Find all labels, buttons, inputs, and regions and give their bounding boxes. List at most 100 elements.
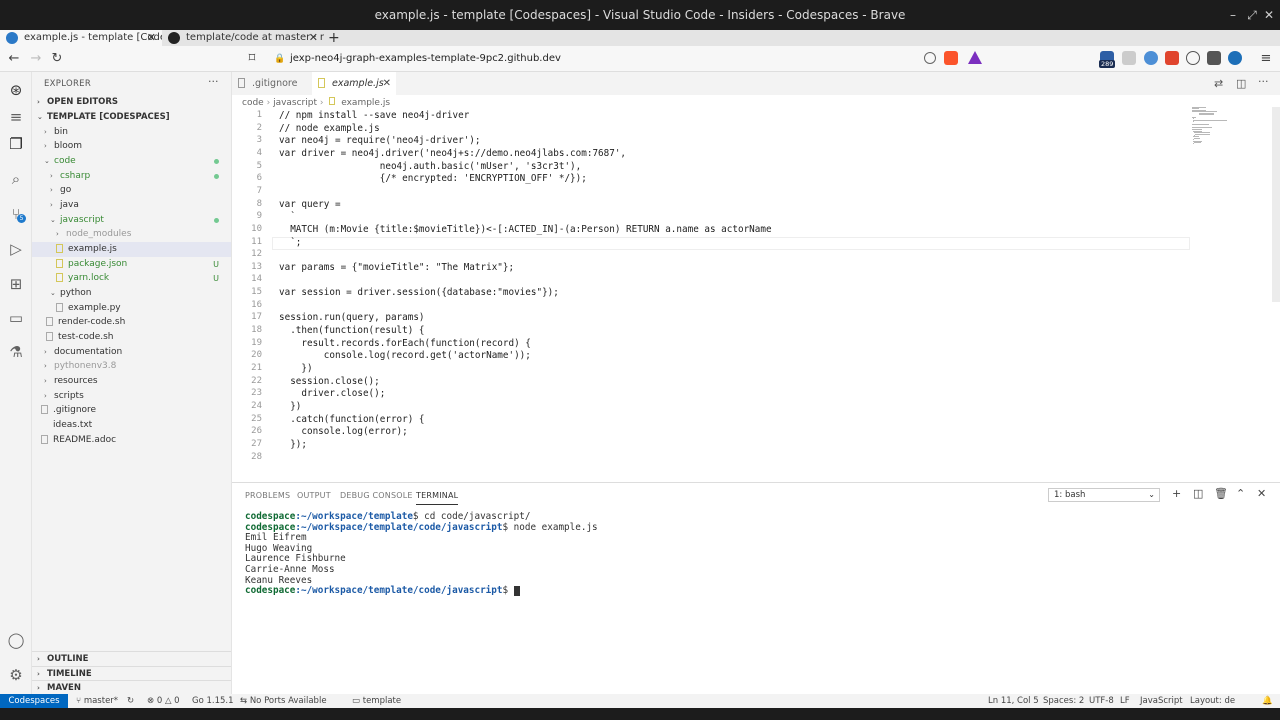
tree-file-yarn-lock[interactable]: yarn.lock U: [32, 271, 231, 286]
close-window-icon[interactable]: ✕: [1262, 8, 1276, 22]
extension-icon[interactable]: [1165, 51, 1179, 65]
cursor-position[interactable]: Ln 11, Col 5: [988, 696, 1039, 706]
tree-folder-csharp[interactable]: › csharp: [32, 169, 231, 184]
notifications-icon[interactable]: 🔔: [1262, 696, 1273, 706]
breadcrumb-item[interactable]: code: [242, 98, 264, 108]
url-field[interactable]: 🔒 jexp-neo4j-graph-examples-template-9pc…: [270, 50, 990, 68]
testing-icon[interactable]: ⚗: [6, 342, 26, 362]
tab-problems[interactable]: PROBLEMS: [245, 491, 290, 500]
tree-folder-go[interactable]: › go: [32, 183, 231, 198]
branch-indicator[interactable]: ⑂ master*: [76, 696, 118, 706]
go-version[interactable]: Go 1.15.1: [192, 696, 234, 706]
tree-folder-documentation[interactable]: › documentation: [32, 345, 231, 360]
tree-folder-pythonenv[interactable]: › pythonenv3.8: [32, 359, 231, 374]
browser-tab-vscode[interactable]: example.js - template [Codespac ✕: [0, 30, 162, 46]
timeline-section[interactable]: › TIMELINE: [32, 666, 231, 681]
brave-shield-icon[interactable]: [944, 51, 958, 65]
extensions-icon[interactable]: ⊞: [6, 274, 26, 294]
maven-section[interactable]: › MAVEN: [32, 680, 231, 695]
error-icon: ⊗: [147, 696, 157, 706]
open-editors-section[interactable]: › OPEN EDITORS: [32, 95, 231, 110]
more-actions-icon[interactable]: ···: [1258, 75, 1269, 88]
breadcrumb-item[interactable]: example.js: [341, 98, 390, 108]
tree-folder-javascript[interactable]: ⌄ javascript: [32, 213, 231, 228]
new-tab-icon[interactable]: +: [328, 30, 340, 46]
forward-icon[interactable]: →: [28, 51, 44, 67]
tree-folder-code[interactable]: ⌄ code: [32, 154, 231, 169]
editor-tab-example-js[interactable]: example.js ✕: [312, 72, 396, 95]
remote-explorer-icon[interactable]: ▭: [6, 308, 26, 328]
tree-folder-bin[interactable]: › bin: [32, 125, 231, 140]
extension-icon[interactable]: [1207, 51, 1221, 65]
split-editor-icon[interactable]: ◫: [1236, 77, 1246, 90]
close-panel-icon[interactable]: ✕: [1257, 487, 1266, 500]
maximize-panel-icon[interactable]: ⌃: [1236, 487, 1245, 500]
close-tab-icon[interactable]: ✕: [383, 72, 391, 95]
tree-file-render-code[interactable]: render-code.sh: [32, 315, 231, 330]
tree-file-example-py[interactable]: example.py: [32, 301, 231, 316]
tree-folder-node-modules[interactable]: › node_modules: [32, 227, 231, 242]
tree-file-readme[interactable]: README.adoc: [32, 433, 231, 448]
editor-tab-gitignore[interactable]: .gitignore: [232, 72, 310, 95]
tree-file-example-js[interactable]: example.js: [32, 242, 231, 257]
workspace-root[interactable]: ⌄ TEMPLATE [CODESPACES]: [32, 110, 231, 125]
line-ending[interactable]: LF: [1120, 696, 1130, 706]
tree-folder-resources[interactable]: › resources: [32, 374, 231, 389]
remote-indicator[interactable]: Codespaces: [0, 694, 68, 708]
tab-output[interactable]: OUTPUT: [297, 491, 331, 500]
tree-folder-java[interactable]: › java: [32, 198, 231, 213]
bookmark-icon[interactable]: ⌑: [244, 51, 260, 67]
breadcrumb-item[interactable]: javascript: [273, 98, 317, 108]
browser-tab-github[interactable]: template/code at master · neo4 ✕: [162, 30, 324, 46]
folder-indicator[interactable]: ▭ template: [352, 696, 401, 706]
ports-indicator[interactable]: ⇆ No Ports Available: [240, 696, 327, 706]
trash-icon[interactable]: 🗑: [1214, 487, 1228, 500]
outline-section[interactable]: › OUTLINE: [32, 651, 231, 666]
code-area[interactable]: 1 // npm install --save neo4j-driver 2 // n…: [232, 110, 1192, 482]
close-tab-icon[interactable]: ✕: [309, 30, 318, 46]
tab-terminal[interactable]: TERMINAL: [416, 491, 459, 505]
problems-indicator[interactable]: ⊗ 0 △ 0: [147, 696, 180, 706]
menu-icon[interactable]: ≡: [1258, 51, 1274, 67]
editor-scrollbar[interactable]: [1272, 107, 1280, 302]
extension-icon[interactable]: [1186, 51, 1200, 65]
settings-gear-icon[interactable]: ⚙: [6, 665, 26, 685]
extension-icon[interactable]: [1144, 51, 1158, 65]
new-terminal-icon[interactable]: +: [1172, 487, 1181, 500]
split-terminal-icon[interactable]: ◫: [1193, 487, 1203, 500]
open-changes-icon[interactable]: ⇄: [1214, 77, 1223, 90]
tab-debug-console[interactable]: DEBUG CONSOLE: [340, 491, 413, 500]
minimap[interactable]: [1192, 107, 1272, 147]
remote-icon[interactable]: ⊛: [6, 80, 26, 100]
extension-icon[interactable]: [1122, 51, 1136, 65]
encoding[interactable]: UTF-8: [1089, 696, 1114, 706]
share-icon[interactable]: [924, 52, 936, 64]
tree-file-package-json[interactable]: package.json U: [32, 257, 231, 272]
reload-icon[interactable]: ↻: [49, 51, 65, 67]
terminal-select[interactable]: 1: bash ⌄: [1048, 488, 1160, 502]
menu-icon[interactable]: ≡: [6, 107, 26, 127]
accounts-icon[interactable]: ◯: [6, 630, 26, 650]
minimize-icon[interactable]: –: [1226, 8, 1240, 22]
line-number: 8: [256, 198, 262, 209]
tree-folder-python[interactable]: ⌄ python: [32, 286, 231, 301]
tree-folder-bloom[interactable]: › bloom: [32, 139, 231, 154]
sync-icon[interactable]: ↻: [127, 696, 134, 706]
indentation[interactable]: Spaces: 2: [1043, 696, 1084, 706]
maximize-icon[interactable]: ⤢: [1245, 8, 1259, 23]
brave-rewards-icon[interactable]: [968, 51, 982, 64]
keyboard-layout[interactable]: Layout: de: [1190, 696, 1235, 706]
tree-file-gitignore[interactable]: .gitignore: [32, 403, 231, 418]
tree-file-ideas[interactable]: ideas.txt: [32, 418, 231, 433]
search-icon[interactable]: ⌕: [6, 169, 26, 189]
run-debug-icon[interactable]: ▷: [6, 239, 26, 259]
more-actions-icon[interactable]: ···: [208, 75, 219, 88]
tree-file-test-code[interactable]: test-code.sh: [32, 330, 231, 345]
close-tab-icon[interactable]: ✕: [147, 30, 156, 46]
extension-icon[interactable]: [1228, 51, 1242, 65]
explorer-icon[interactable]: ❐: [6, 134, 26, 154]
language-mode[interactable]: JavaScript: [1140, 696, 1183, 706]
terminal-output[interactable]: codespace:~/workspace/template$ cd code/…: [232, 511, 1280, 691]
back-icon[interactable]: ←: [6, 51, 22, 67]
tree-folder-scripts[interactable]: › scripts: [32, 389, 231, 404]
